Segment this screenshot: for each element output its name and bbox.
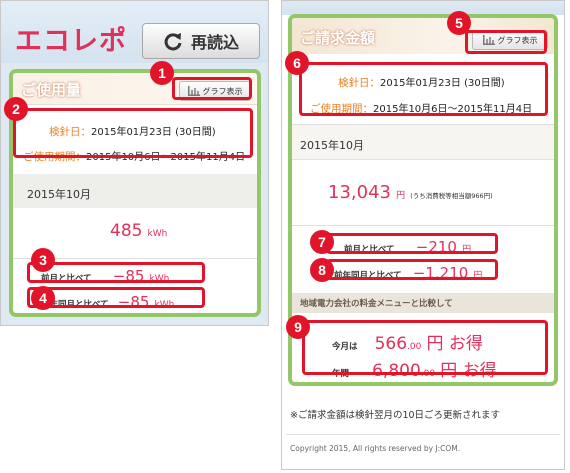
annotation-box-9 bbox=[302, 320, 548, 375]
annotation-badge-1: 1 bbox=[150, 61, 174, 85]
annotation-box-2 bbox=[13, 108, 253, 158]
tax-note: (うち消費税等相当額966円) bbox=[410, 192, 493, 200]
usage-month: 2015年10月 bbox=[27, 188, 91, 201]
annotation-badge-7: 7 bbox=[310, 230, 334, 254]
usage-unit: kWh bbox=[147, 229, 168, 239]
compare-heading: 地域電力会社の料金メニューと比較して bbox=[292, 293, 554, 313]
billing-month-band: 2015年10月 bbox=[292, 125, 554, 159]
billing-amount: 13,043 円 (うち消費税等相当額966円) bbox=[328, 182, 493, 203]
footer-note: ※ご請求金額は検針翌月の10日ごろ更新されます bbox=[290, 410, 501, 421]
usage-month-band: 2015年10月 bbox=[13, 174, 257, 208]
annotation-badge-9: 9 bbox=[286, 315, 310, 339]
reload-button[interactable]: 再読込 bbox=[142, 23, 260, 59]
copyright: Copyright 2015, All rights reserved by J… bbox=[290, 444, 461, 453]
billing-top-bar bbox=[282, 1, 564, 15]
divider bbox=[292, 225, 554, 226]
usage-amount: 485 kWh bbox=[110, 221, 167, 241]
annotation-badge-6: 6 bbox=[285, 51, 309, 75]
annotation-box-7 bbox=[326, 233, 498, 254]
annotation-box-6 bbox=[299, 62, 548, 116]
app-title: エコレポ bbox=[15, 26, 127, 57]
annotation-badge-8: 8 bbox=[310, 258, 334, 282]
reload-icon bbox=[164, 33, 182, 51]
usage-value: 485 bbox=[110, 221, 143, 241]
billing-month: 2015年10月 bbox=[300, 139, 364, 152]
annotation-box-1 bbox=[172, 77, 252, 100]
divider bbox=[286, 434, 560, 435]
amount-unit: 円 bbox=[396, 191, 406, 201]
amount-value: 13,043 bbox=[328, 182, 391, 203]
billing-title: ご請求金額 bbox=[300, 29, 376, 47]
annotation-badge-5: 5 bbox=[447, 11, 471, 35]
reload-label: 再読込 bbox=[190, 33, 239, 52]
annotation-box-5 bbox=[465, 30, 547, 54]
usage-title: ご使用量 bbox=[21, 81, 82, 99]
annotation-badge-3: 3 bbox=[31, 248, 55, 272]
annotation-box-8 bbox=[326, 259, 498, 280]
annotation-badge-2: 2 bbox=[4, 97, 28, 121]
annotation-badge-4: 4 bbox=[31, 286, 55, 310]
divider bbox=[292, 159, 554, 160]
